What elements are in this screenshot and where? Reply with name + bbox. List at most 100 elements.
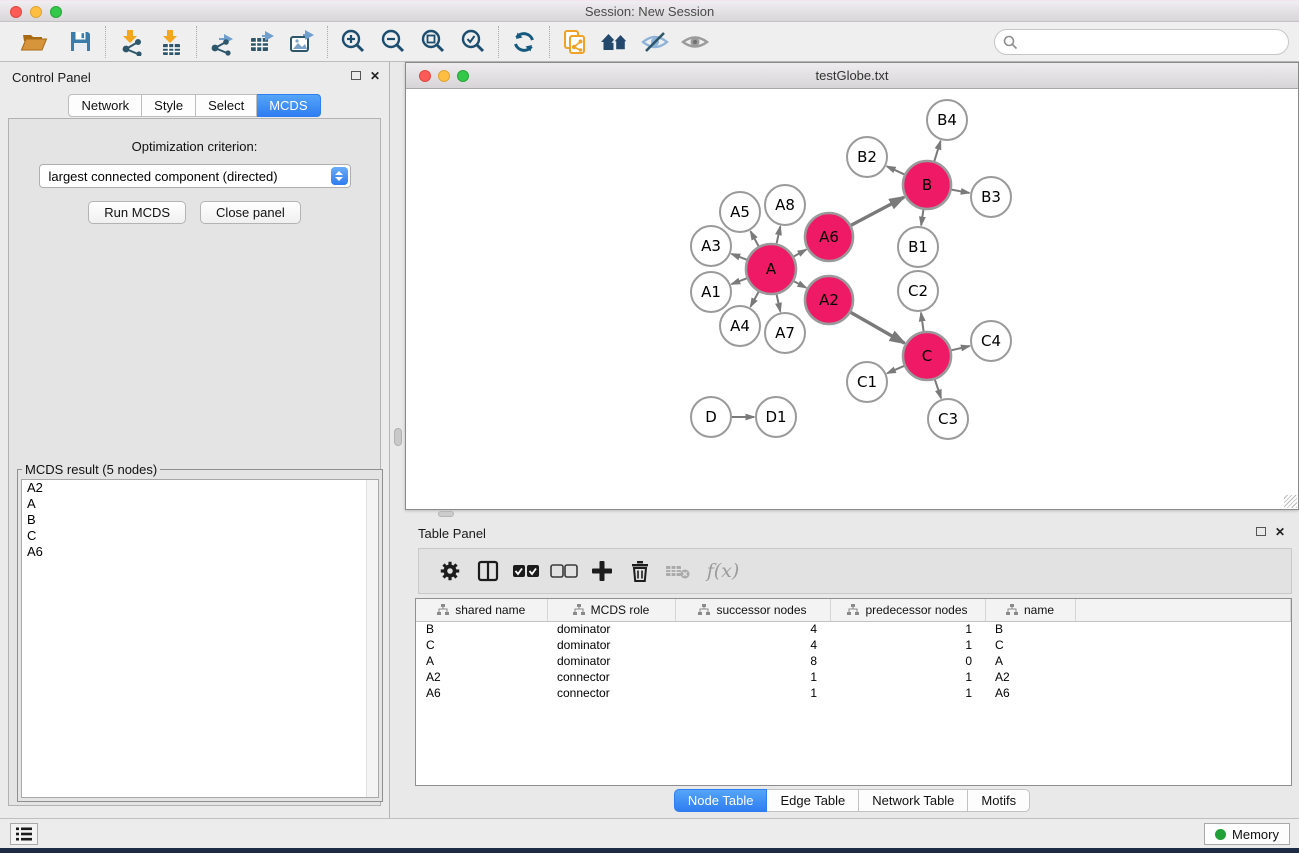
column-header-name[interactable]: name (985, 599, 1075, 621)
hide-selected-icon[interactable] (635, 25, 675, 59)
column-view-icon[interactable] (469, 554, 507, 588)
graph-node-A2[interactable]: A2 (805, 276, 853, 324)
table-cell[interactable]: dominator (547, 653, 675, 669)
window-resize-grip[interactable] (1284, 495, 1297, 508)
graph-node-A4[interactable]: A4 (720, 306, 760, 346)
search-field[interactable] (994, 29, 1289, 55)
graph-edge-B-B1[interactable] (921, 210, 923, 225)
tab-network-table[interactable]: Network Table (859, 789, 968, 812)
result-list-item[interactable]: A2 (22, 480, 378, 496)
first-neighbors-icon[interactable] (555, 25, 595, 59)
graph-edge-C-C4[interactable] (951, 346, 969, 350)
table-cell[interactable]: A (985, 653, 1075, 669)
table-row[interactable]: Adominator80A (416, 653, 1291, 669)
table-cell[interactable]: A6 (416, 685, 547, 701)
graph-edge-A2-C[interactable] (851, 312, 905, 343)
table-cell[interactable]: connector (547, 685, 675, 701)
import-table-icon[interactable] (151, 25, 191, 59)
table-cell[interactable]: 1 (830, 637, 985, 653)
add-column-icon[interactable] (583, 554, 621, 588)
column-header-predecessor-nodes[interactable]: predecessor nodes (830, 599, 985, 621)
home-icon[interactable] (595, 25, 635, 59)
graph-edge-A-A1[interactable] (732, 278, 747, 284)
table-cell[interactable]: connector (547, 669, 675, 685)
graph-node-A1[interactable]: A1 (691, 272, 731, 312)
float-panel-icon[interactable] (349, 70, 363, 84)
graph-edge-A-A6[interactable] (794, 250, 806, 257)
graph-node-C[interactable]: C (903, 332, 951, 380)
graph-node-D1[interactable]: D1 (756, 397, 796, 437)
graph-edge-C-C2[interactable] (921, 313, 924, 331)
graph-edge-C-C1[interactable] (887, 366, 904, 373)
zoom-fit-icon[interactable] (413, 25, 453, 59)
delete-column-icon[interactable] (621, 554, 659, 588)
deselect-all-icon[interactable] (545, 554, 583, 588)
table-cell[interactable]: 4 (675, 637, 830, 653)
float-table-panel-icon[interactable] (1254, 526, 1268, 540)
table-cell[interactable]: 1 (830, 685, 985, 701)
graph-edge-B-B3[interactable] (952, 190, 970, 193)
graph-node-C3[interactable]: C3 (928, 399, 968, 439)
tab-motifs[interactable]: Motifs (968, 789, 1030, 812)
table-cell[interactable]: dominator (547, 637, 675, 653)
refresh-layout-icon[interactable] (504, 25, 544, 59)
graph-node-B2[interactable]: B2 (847, 137, 887, 177)
graph-edge-B-B2[interactable] (887, 166, 904, 174)
column-header-MCDS-role[interactable]: MCDS role (547, 599, 675, 621)
table-cell[interactable]: A (416, 653, 547, 669)
mcds-result-list[interactable]: A2ABCA6 (21, 479, 379, 798)
table-cell[interactable]: 4 (675, 621, 830, 637)
task-history-button[interactable] (10, 823, 38, 845)
graph-node-A[interactable]: A (746, 244, 796, 294)
graph-node-B3[interactable]: B3 (971, 177, 1011, 217)
memory-button[interactable]: Memory (1204, 823, 1290, 845)
export-image-icon[interactable] (282, 25, 322, 59)
table-cell[interactable]: A6 (985, 685, 1075, 701)
network-canvas[interactable]: AA1A2A3A4A5A6A7A8BB1B2B3B4CC1C2C3C4DD1 (406, 89, 1298, 509)
result-list-item[interactable]: A (22, 496, 378, 512)
zoom-in-icon[interactable] (333, 25, 373, 59)
graph-node-C2[interactable]: C2 (898, 271, 938, 311)
table-cell[interactable]: 0 (830, 653, 985, 669)
table-cell[interactable]: C (416, 637, 547, 653)
graph-node-D[interactable]: D (691, 397, 731, 437)
graph-edge-A-A2[interactable] (794, 281, 806, 287)
delete-table-icon[interactable] (659, 554, 697, 588)
save-session-icon[interactable] (60, 25, 100, 59)
result-list-item[interactable]: C (22, 528, 378, 544)
table-cell[interactable]: B (985, 621, 1075, 637)
graph-node-B1[interactable]: B1 (898, 227, 938, 267)
tab-node-table[interactable]: Node Table (674, 789, 768, 812)
graph-node-A7[interactable]: A7 (765, 313, 805, 353)
graph-node-B4[interactable]: B4 (927, 100, 967, 140)
table-row[interactable]: A6connector11A6 (416, 685, 1291, 701)
import-network-icon[interactable] (111, 25, 151, 59)
result-list-scrollbar[interactable] (366, 480, 378, 797)
function-builder-icon[interactable]: f(x) (697, 554, 749, 588)
optimization-criterion-dropdown[interactable]: largest connected component (directed) (39, 164, 351, 188)
zoom-selected-icon[interactable] (453, 25, 493, 59)
column-header-successor-nodes[interactable]: successor nodes (675, 599, 830, 621)
close-panel-icon[interactable]: ✕ (368, 70, 382, 84)
run-mcds-button[interactable]: Run MCDS (88, 201, 186, 224)
tab-edge-table[interactable]: Edge Table (767, 789, 859, 812)
zoom-out-icon[interactable] (373, 25, 413, 59)
table-cell[interactable]: 1 (830, 669, 985, 685)
table-cell[interactable]: dominator (547, 621, 675, 637)
table-cell[interactable]: 1 (675, 669, 830, 685)
table-row[interactable]: A2connector11A2 (416, 669, 1291, 685)
graph-edge-A-A3[interactable] (732, 254, 747, 260)
search-input[interactable] (1024, 35, 1280, 50)
table-row[interactable]: Bdominator41B (416, 621, 1291, 637)
graph-node-C4[interactable]: C4 (971, 321, 1011, 361)
tab-style[interactable]: Style (142, 94, 196, 117)
graph-node-A8[interactable]: A8 (765, 185, 805, 225)
network-window-titlebar[interactable]: testGlobe.txt (406, 63, 1298, 89)
graph-node-C1[interactable]: C1 (847, 362, 887, 402)
graph-node-B[interactable]: B (903, 161, 951, 209)
table-cell[interactable]: 1 (675, 685, 830, 701)
tab-select[interactable]: Select (196, 94, 257, 117)
table-cell[interactable]: A2 (416, 669, 547, 685)
table-cell[interactable]: 8 (675, 653, 830, 669)
export-table-icon[interactable] (242, 25, 282, 59)
